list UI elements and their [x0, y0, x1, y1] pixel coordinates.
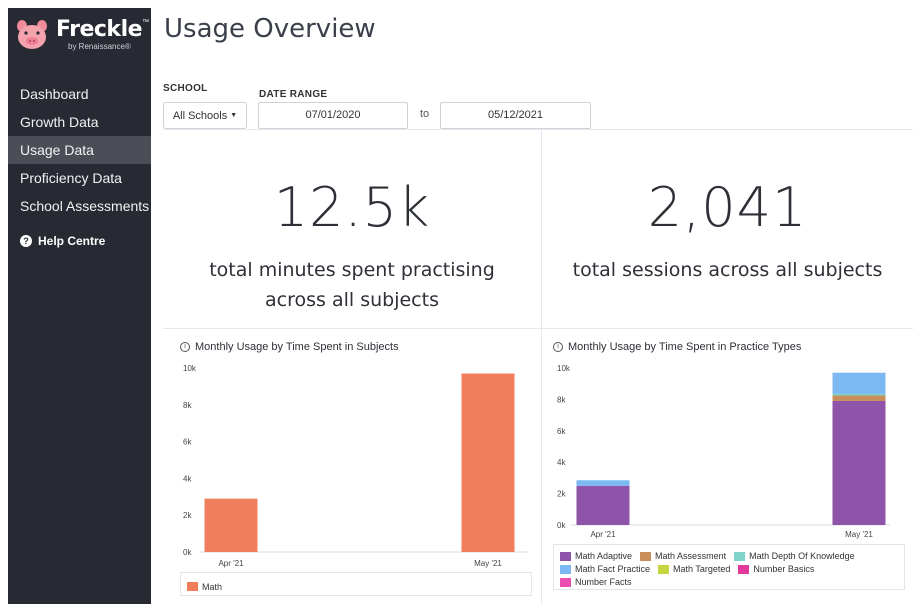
sidebar-item-proficiency-data[interactable]: Proficiency Data	[8, 164, 151, 192]
legend-item-number-basics[interactable]: Number Basics	[738, 563, 814, 576]
help-centre-label: Help Centre	[38, 234, 106, 248]
y-tick-label: 6k	[183, 438, 192, 447]
brand-name: Freckle	[56, 17, 143, 42]
bar-math-adaptive[interactable]	[832, 400, 886, 525]
bar-math-fact-practice[interactable]	[832, 372, 886, 394]
y-tick-label: 8k	[183, 401, 192, 410]
freckle-logo[interactable]: Freckle™ by Renaissance®	[8, 8, 151, 62]
x-tick-label: May '21	[474, 559, 502, 568]
y-tick-label: 0k	[183, 548, 192, 557]
y-tick-label: 2k	[183, 511, 192, 520]
x-tick-label: May '21	[845, 530, 873, 539]
y-tick-label: 10k	[557, 364, 571, 373]
chart-subjects: 0k 2k 4k 6k 8k 10k Apr '21 May '21	[183, 364, 528, 568]
legend-label: Number Facts	[575, 577, 632, 587]
help-centre-link[interactable]: ? Help Centre	[8, 234, 151, 248]
legend-swatch	[734, 552, 746, 561]
legend-label: Math Fact Practice	[575, 564, 651, 574]
sidebar-nav: Dashboard Growth Data Usage Data Profici…	[8, 80, 151, 220]
info-icon[interactable]: i	[553, 342, 563, 352]
legend-subjects: Math	[180, 572, 532, 596]
chart-title-subjects-text: Monthly Usage by Time Spent in Subjects	[195, 341, 399, 353]
page-title: Usage Overview	[164, 14, 376, 44]
caret-down-icon: ▼	[230, 112, 238, 119]
pig-logo-icon	[17, 20, 47, 49]
bar-math-assessment[interactable]	[832, 395, 886, 401]
school-select-value: All Schools	[172, 109, 228, 122]
x-tick-label: Apr '21	[218, 559, 244, 568]
legend-label: Math Adaptive	[575, 551, 633, 561]
question-circle-icon: ?	[20, 235, 32, 247]
total-minutes-label: total minutes spent practising across al…	[163, 255, 541, 315]
y-tick-label: 6k	[557, 427, 566, 436]
x-tick-label: Apr '21	[590, 530, 616, 539]
legend-swatch	[560, 565, 571, 574]
legend-item-math[interactable]: Math	[187, 582, 222, 592]
school-select[interactable]: All Schools ▼	[163, 102, 247, 129]
divider	[163, 328, 913, 329]
legend-swatch	[187, 582, 198, 591]
chart-title-practice-types-text: Monthly Usage by Time Spent in Practice …	[568, 341, 802, 353]
total-sessions-label: total sessions across all subjects	[572, 259, 883, 281]
chart-practice-types: 0k 2k 4k 6k 8k 10k Apr '21 May '21	[557, 364, 890, 539]
legend-item-number-facts[interactable]: Number Facts	[560, 576, 632, 589]
total-sessions-value: 2,041	[647, 176, 808, 239]
legend-swatch	[658, 565, 670, 574]
legend-label: Math Depth Of Knowledge	[749, 551, 855, 561]
sidebar-item-school-assessments[interactable]: School Assessments	[8, 192, 151, 220]
legend-item-math-targeted[interactable]: Math Targeted	[658, 563, 730, 576]
legend-item-math-assessment[interactable]: Math Assessment	[640, 550, 726, 563]
sidebar-item-growth-data[interactable]: Growth Data	[8, 108, 151, 136]
legend-item-math-depth-of-knowledge[interactable]: Math Depth Of Knowledge	[734, 550, 855, 563]
legend-practice-types: Math Adaptive Math Assessment Math Depth O…	[553, 544, 905, 590]
start-date-input[interactable]: 07/01/2020	[258, 102, 408, 129]
legend-label: Math	[202, 581, 223, 592]
y-tick-label: 0k	[557, 521, 566, 530]
info-icon[interactable]: i	[180, 342, 190, 352]
legend-swatch	[640, 552, 652, 561]
legend-label: Math Targeted	[673, 564, 731, 574]
date-range-label: DATE RANGE	[259, 89, 328, 100]
y-tick-label: 8k	[557, 395, 566, 404]
legend-swatch	[738, 565, 750, 574]
bar-math[interactable]	[461, 373, 515, 552]
sidebar-item-usage-data[interactable]: Usage Data	[8, 136, 151, 164]
total-minutes-label-line2: across all subjects	[265, 289, 439, 311]
sidebar: Freckle™ by Renaissance® Dashboard Growt…	[8, 8, 151, 604]
brand-subtitle: by Renaissance®	[68, 42, 131, 51]
bar-math-depth-of-knowledge[interactable]	[832, 393, 886, 396]
sidebar-item-dashboard[interactable]: Dashboard	[8, 80, 151, 108]
y-tick-label: 10k	[183, 364, 197, 373]
brand-tm: ™	[142, 19, 150, 26]
legend-label: Number Basics	[753, 564, 815, 574]
y-tick-label: 4k	[183, 474, 192, 483]
chart-title-subjects: i Monthly Usage by Time Spent in Subject…	[180, 341, 399, 353]
legend-item-math-fact-practice[interactable]: Math Fact Practice	[560, 563, 650, 576]
y-tick-label: 4k	[557, 458, 566, 467]
legend-swatch	[560, 578, 571, 587]
total-minutes-label-line1: total minutes spent practising	[209, 259, 495, 281]
bar-math-fact-practice[interactable]	[576, 480, 630, 486]
school-label: SCHOOL	[163, 83, 208, 94]
bar-math[interactable]	[204, 498, 258, 552]
date-to-label: to	[420, 108, 430, 120]
legend-item-math-adaptive[interactable]: Math Adaptive	[560, 550, 632, 563]
total-minutes-value: 12.5k	[273, 176, 431, 239]
legend-label: Math Assessment	[655, 551, 727, 561]
chart-title-practice-types: i Monthly Usage by Time Spent in Practic…	[553, 341, 801, 353]
divider	[163, 129, 913, 130]
legend-swatch	[560, 552, 571, 561]
y-tick-label: 2k	[557, 490, 566, 499]
bar-math-adaptive[interactable]	[576, 485, 630, 525]
end-date-input[interactable]: 05/12/2021	[440, 102, 591, 129]
